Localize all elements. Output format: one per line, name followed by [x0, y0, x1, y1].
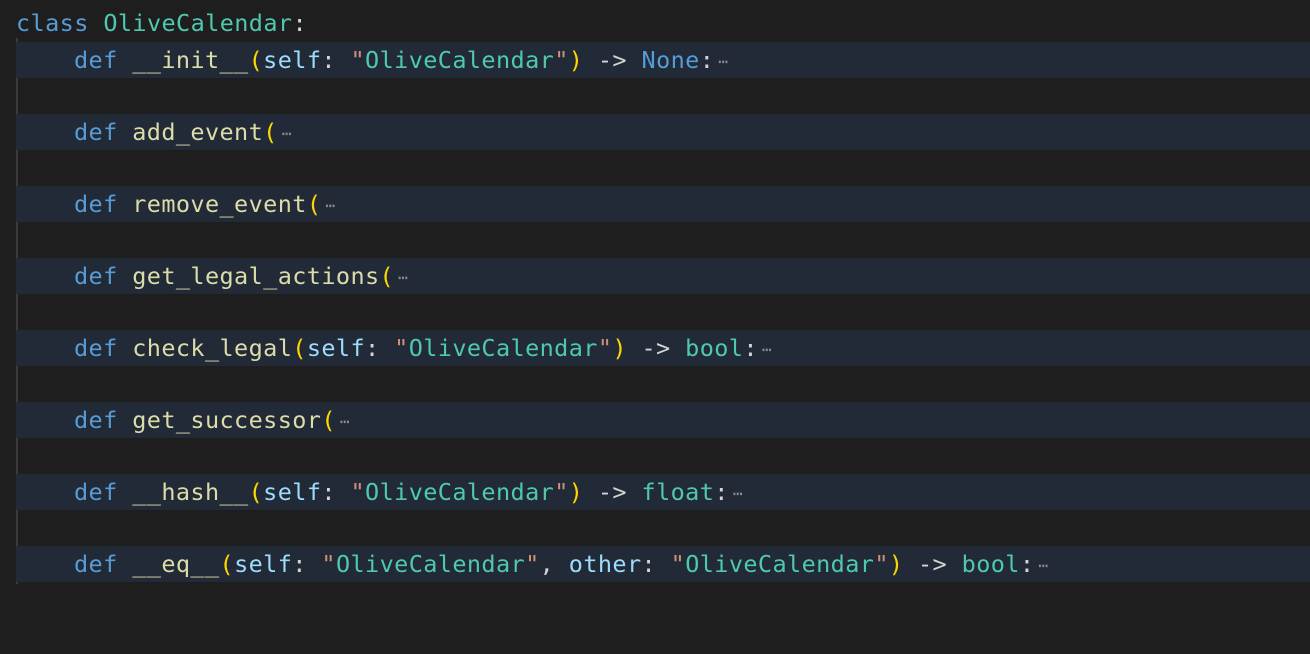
fold-ellipsis-icon[interactable]: ⋯	[762, 332, 772, 368]
close-paren: )	[568, 478, 584, 506]
code-line-method-get-legal-actions[interactable]: def get_legal_actions(⋯	[16, 258, 1310, 294]
open-paren: (	[263, 118, 278, 146]
open-paren: (	[219, 550, 235, 578]
open-paren: (	[321, 406, 336, 434]
return-arrow: ->	[903, 550, 962, 578]
return-type: bool	[961, 550, 1020, 578]
param-separator: :	[641, 550, 671, 578]
open-paren: (	[379, 262, 395, 290]
open-paren: (	[306, 190, 322, 218]
method-colon: :	[714, 478, 729, 506]
code-line-method-get-successor[interactable]: def get_successor(⋯	[16, 402, 1310, 438]
def-keyword: def	[74, 478, 118, 506]
other-param: other	[568, 550, 642, 578]
def-keyword: def	[74, 334, 118, 362]
def-keyword: def	[74, 46, 118, 74]
method-name: __eq__	[132, 550, 220, 578]
self-param: self	[234, 550, 293, 578]
other-type-annotation: OliveCalendar	[685, 550, 875, 578]
self-type-annotation: OliveCalendar	[408, 334, 598, 362]
method-name: add_event	[132, 118, 264, 146]
param-separator: :	[321, 478, 351, 506]
self-type-annotation: OliveCalendar	[335, 550, 526, 578]
def-keyword: def	[74, 118, 118, 146]
param-separator: :	[321, 46, 351, 74]
class-colon: :	[292, 9, 308, 37]
def-keyword: def	[74, 550, 118, 578]
def-keyword: def	[74, 406, 118, 434]
code-line-class-declaration[interactable]: class OliveCalendar:	[0, 5, 1310, 41]
method-colon: :	[1019, 550, 1035, 578]
param-separator: :	[292, 550, 322, 578]
return-arrow: ->	[583, 46, 642, 74]
method-name: get_successor	[132, 406, 322, 434]
method-name: __init__	[132, 46, 249, 74]
method-name: get_legal_actions	[132, 262, 380, 290]
self-param: self	[306, 334, 366, 362]
code-line-method-eq[interactable]: def __eq__(self: "OliveCalendar", other:…	[16, 546, 1310, 582]
self-param: self	[263, 478, 322, 506]
close-paren: )	[888, 550, 904, 578]
open-paren: (	[292, 334, 307, 362]
return-arrow: ->	[583, 478, 642, 506]
return-type: float	[641, 478, 715, 506]
def-keyword: def	[74, 262, 118, 290]
self-type-annotation: OliveCalendar	[365, 46, 555, 74]
fold-ellipsis-icon[interactable]: ⋯	[282, 116, 292, 152]
fold-ellipsis-icon[interactable]: ⋯	[325, 188, 335, 224]
code-line-method-check-legal[interactable]: def check_legal(self: "OliveCalendar") -…	[16, 330, 1310, 366]
method-name: remove_event	[132, 190, 307, 218]
param-separator: :	[365, 334, 395, 362]
open-paren: (	[248, 46, 264, 74]
code-editor[interactable]: class OliveCalendar: def __init__(self: …	[0, 0, 1310, 584]
code-line-method-init[interactable]: def __init__(self: "OliveCalendar") -> N…	[16, 42, 1310, 78]
fold-ellipsis-icon[interactable]: ⋯	[733, 476, 743, 512]
fold-ellipsis-icon[interactable]: ⋯	[718, 44, 728, 80]
code-line-method-add-event[interactable]: def add_event(⋯	[16, 114, 1310, 150]
code-line-method-hash[interactable]: def __hash__(self: "OliveCalendar") -> f…	[16, 474, 1310, 510]
param-comma: ,	[539, 550, 569, 578]
method-name: __hash__	[132, 478, 249, 506]
return-type: None	[641, 46, 700, 74]
self-type-annotation: OliveCalendar	[365, 478, 555, 506]
close-paren: )	[568, 46, 584, 74]
fold-ellipsis-icon[interactable]: ⋯	[1038, 548, 1048, 584]
fold-ellipsis-icon[interactable]: ⋯	[340, 404, 350, 440]
self-param: self	[263, 46, 322, 74]
return-type: bool	[685, 334, 744, 362]
class-keyword: class	[16, 9, 89, 37]
fold-ellipsis-icon[interactable]: ⋯	[398, 260, 408, 296]
def-keyword: def	[74, 190, 118, 218]
method-name: check_legal	[132, 334, 293, 362]
return-arrow: ->	[626, 334, 686, 362]
class-name: OliveCalendar	[103, 9, 293, 37]
close-paren: )	[612, 334, 627, 362]
code-line-method-remove-event[interactable]: def remove_event(⋯	[16, 186, 1310, 222]
method-colon: :	[743, 334, 758, 362]
open-paren: (	[248, 478, 264, 506]
method-colon: :	[699, 46, 715, 74]
